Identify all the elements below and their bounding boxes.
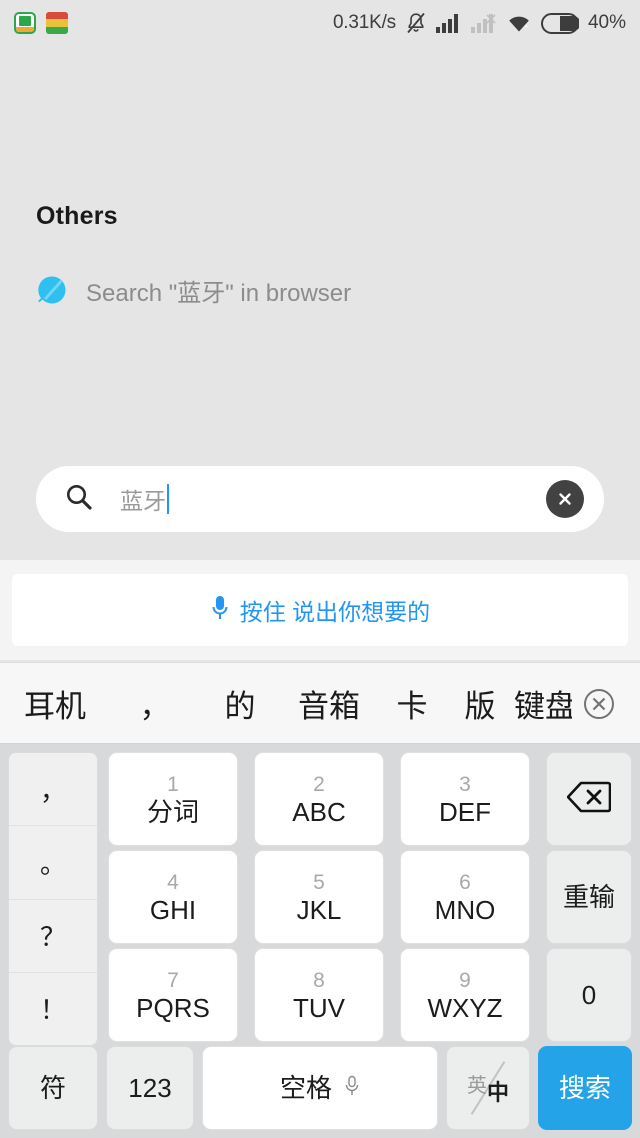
clear-search-button[interactable] [546, 480, 584, 518]
voice-search-label: 按住 说出你想要的 [239, 599, 431, 625]
key-letters: GHI [149, 894, 197, 925]
key-space-label: 空格 [279, 1073, 332, 1103]
key-language-en-label: 英 [467, 1075, 487, 1097]
key-3[interactable]: 3 DEF [400, 752, 530, 846]
voice-search-band: 按住 说出你想要的 [0, 560, 640, 660]
status-bar: 0.31K/s 40% [0, 0, 640, 46]
key-1[interactable]: 1 分词 [108, 752, 238, 846]
key-redo-label: 重输 [562, 882, 615, 912]
search-input-value-wrapper: 蓝牙 [120, 482, 169, 516]
key-letters: TUV [293, 992, 345, 1023]
status-bar-notifications [14, 12, 68, 34]
result-item-label: Search "蓝牙" in browser [86, 279, 352, 307]
key-numeric-mode[interactable]: 123 [106, 1046, 194, 1130]
candidate-item[interactable]: 的 [200, 681, 280, 726]
candidate-item[interactable]: 版 [446, 681, 514, 726]
key-period[interactable]: 。 [9, 825, 97, 898]
section-title-others: Others [36, 202, 118, 230]
search-input-value: 蓝牙 [120, 488, 166, 514]
close-circle-icon[interactable] [572, 663, 626, 743]
key-number: 4 [167, 870, 179, 894]
backspace-icon [566, 780, 612, 819]
key-8[interactable]: 8 TUV [254, 948, 384, 1042]
key-letters: MNO [434, 894, 496, 925]
key-redo[interactable]: 重输 [546, 850, 632, 944]
key-comma[interactable]: ， [9, 753, 97, 825]
key-letters: JKL [296, 894, 342, 925]
candidate-item[interactable]: 卡 [378, 681, 446, 726]
battery-icon [540, 12, 579, 34]
key-search[interactable]: 搜索 [538, 1046, 632, 1130]
microphone-icon [210, 594, 230, 627]
key-number: 3 [459, 772, 471, 796]
key-number: 1 [167, 772, 179, 796]
search-bar-container: 蓝牙 [0, 466, 640, 532]
signal-bars-no-service-icon [470, 13, 497, 33]
key-0[interactable]: 0 [546, 948, 632, 1042]
signal-bars-icon [435, 13, 462, 33]
wifi-icon [506, 13, 532, 34]
key-number: 5 [313, 870, 325, 894]
result-item-search-in-browser[interactable]: Search "蓝牙" in browser [36, 264, 596, 316]
striped-app-icon [46, 12, 68, 34]
key-letters: 分词 [146, 796, 199, 827]
key-4[interactable]: 4 GHI [108, 850, 238, 944]
key-letters: WXYZ [427, 992, 503, 1023]
microphone-small-icon [344, 1075, 360, 1102]
voice-search-button[interactable]: 按住 说出你想要的 [12, 574, 628, 646]
key-letters: ABC [292, 796, 346, 827]
key-number: 9 [459, 968, 471, 992]
key-symbol-label: 符 [39, 1073, 66, 1103]
key-letters: DEF [439, 796, 491, 827]
candidate-item[interactable]: 耳机 [0, 681, 110, 726]
key-zero-label: 0 [581, 980, 597, 1010]
status-bar-indicators: 0.31K/s 40% [333, 11, 626, 35]
key-number: 7 [167, 968, 179, 992]
bell-muted-icon [405, 11, 427, 35]
key-2[interactable]: 2 ABC [254, 752, 384, 846]
keyboard: ， 。 ？ ！ 1 分词 2 ABC 3 DEF 4 GHI 5 JKL 6 M… [0, 744, 640, 1138]
candidate-bar: 耳机 ， 的 音箱 卡 版 键盘 [0, 662, 640, 744]
key-number: 6 [459, 870, 471, 894]
key-number: 8 [313, 968, 325, 992]
key-language-toggle[interactable]: 英 中 [446, 1046, 530, 1130]
search-input[interactable]: 蓝牙 [36, 466, 604, 532]
phone-screen: 0.31K/s 40% Others Search "蓝牙" in browse… [0, 0, 640, 1138]
candidate-item[interactable]: ， [110, 681, 200, 726]
language-toggle-inner: 英 中 [447, 1047, 529, 1129]
key-number: 2 [313, 772, 325, 796]
battery-percent-label: 40% [587, 12, 626, 33]
key-space-inner: 空格 [280, 1075, 360, 1102]
key-numeric-label: 123 [128, 1073, 172, 1103]
key-7[interactable]: 7 PQRS [108, 948, 238, 1042]
network-speed-label: 0.31K/s [332, 12, 396, 33]
key-exclamation[interactable]: ！ [9, 971, 97, 1045]
key-language-cn-label: 中 [486, 1080, 509, 1105]
search-icon [64, 482, 94, 517]
candidate-item[interactable]: 音箱 [280, 681, 378, 726]
browser-icon [36, 274, 68, 306]
key-5[interactable]: 5 JKL [254, 850, 384, 944]
text-caret [167, 484, 169, 514]
punctuation-column: ， 。 ？ ！ [8, 752, 98, 1046]
key-9[interactable]: 9 WXYZ [400, 948, 530, 1042]
key-search-label: 搜索 [558, 1073, 611, 1103]
key-question[interactable]: ？ [9, 898, 97, 972]
key-letters: PQRS [136, 992, 210, 1023]
key-space[interactable]: 空格 [202, 1046, 438, 1130]
wps-document-icon [14, 12, 36, 34]
key-backspace[interactable] [546, 752, 632, 846]
key-symbol[interactable]: 符 [8, 1046, 98, 1130]
key-6[interactable]: 6 MNO [400, 850, 530, 944]
